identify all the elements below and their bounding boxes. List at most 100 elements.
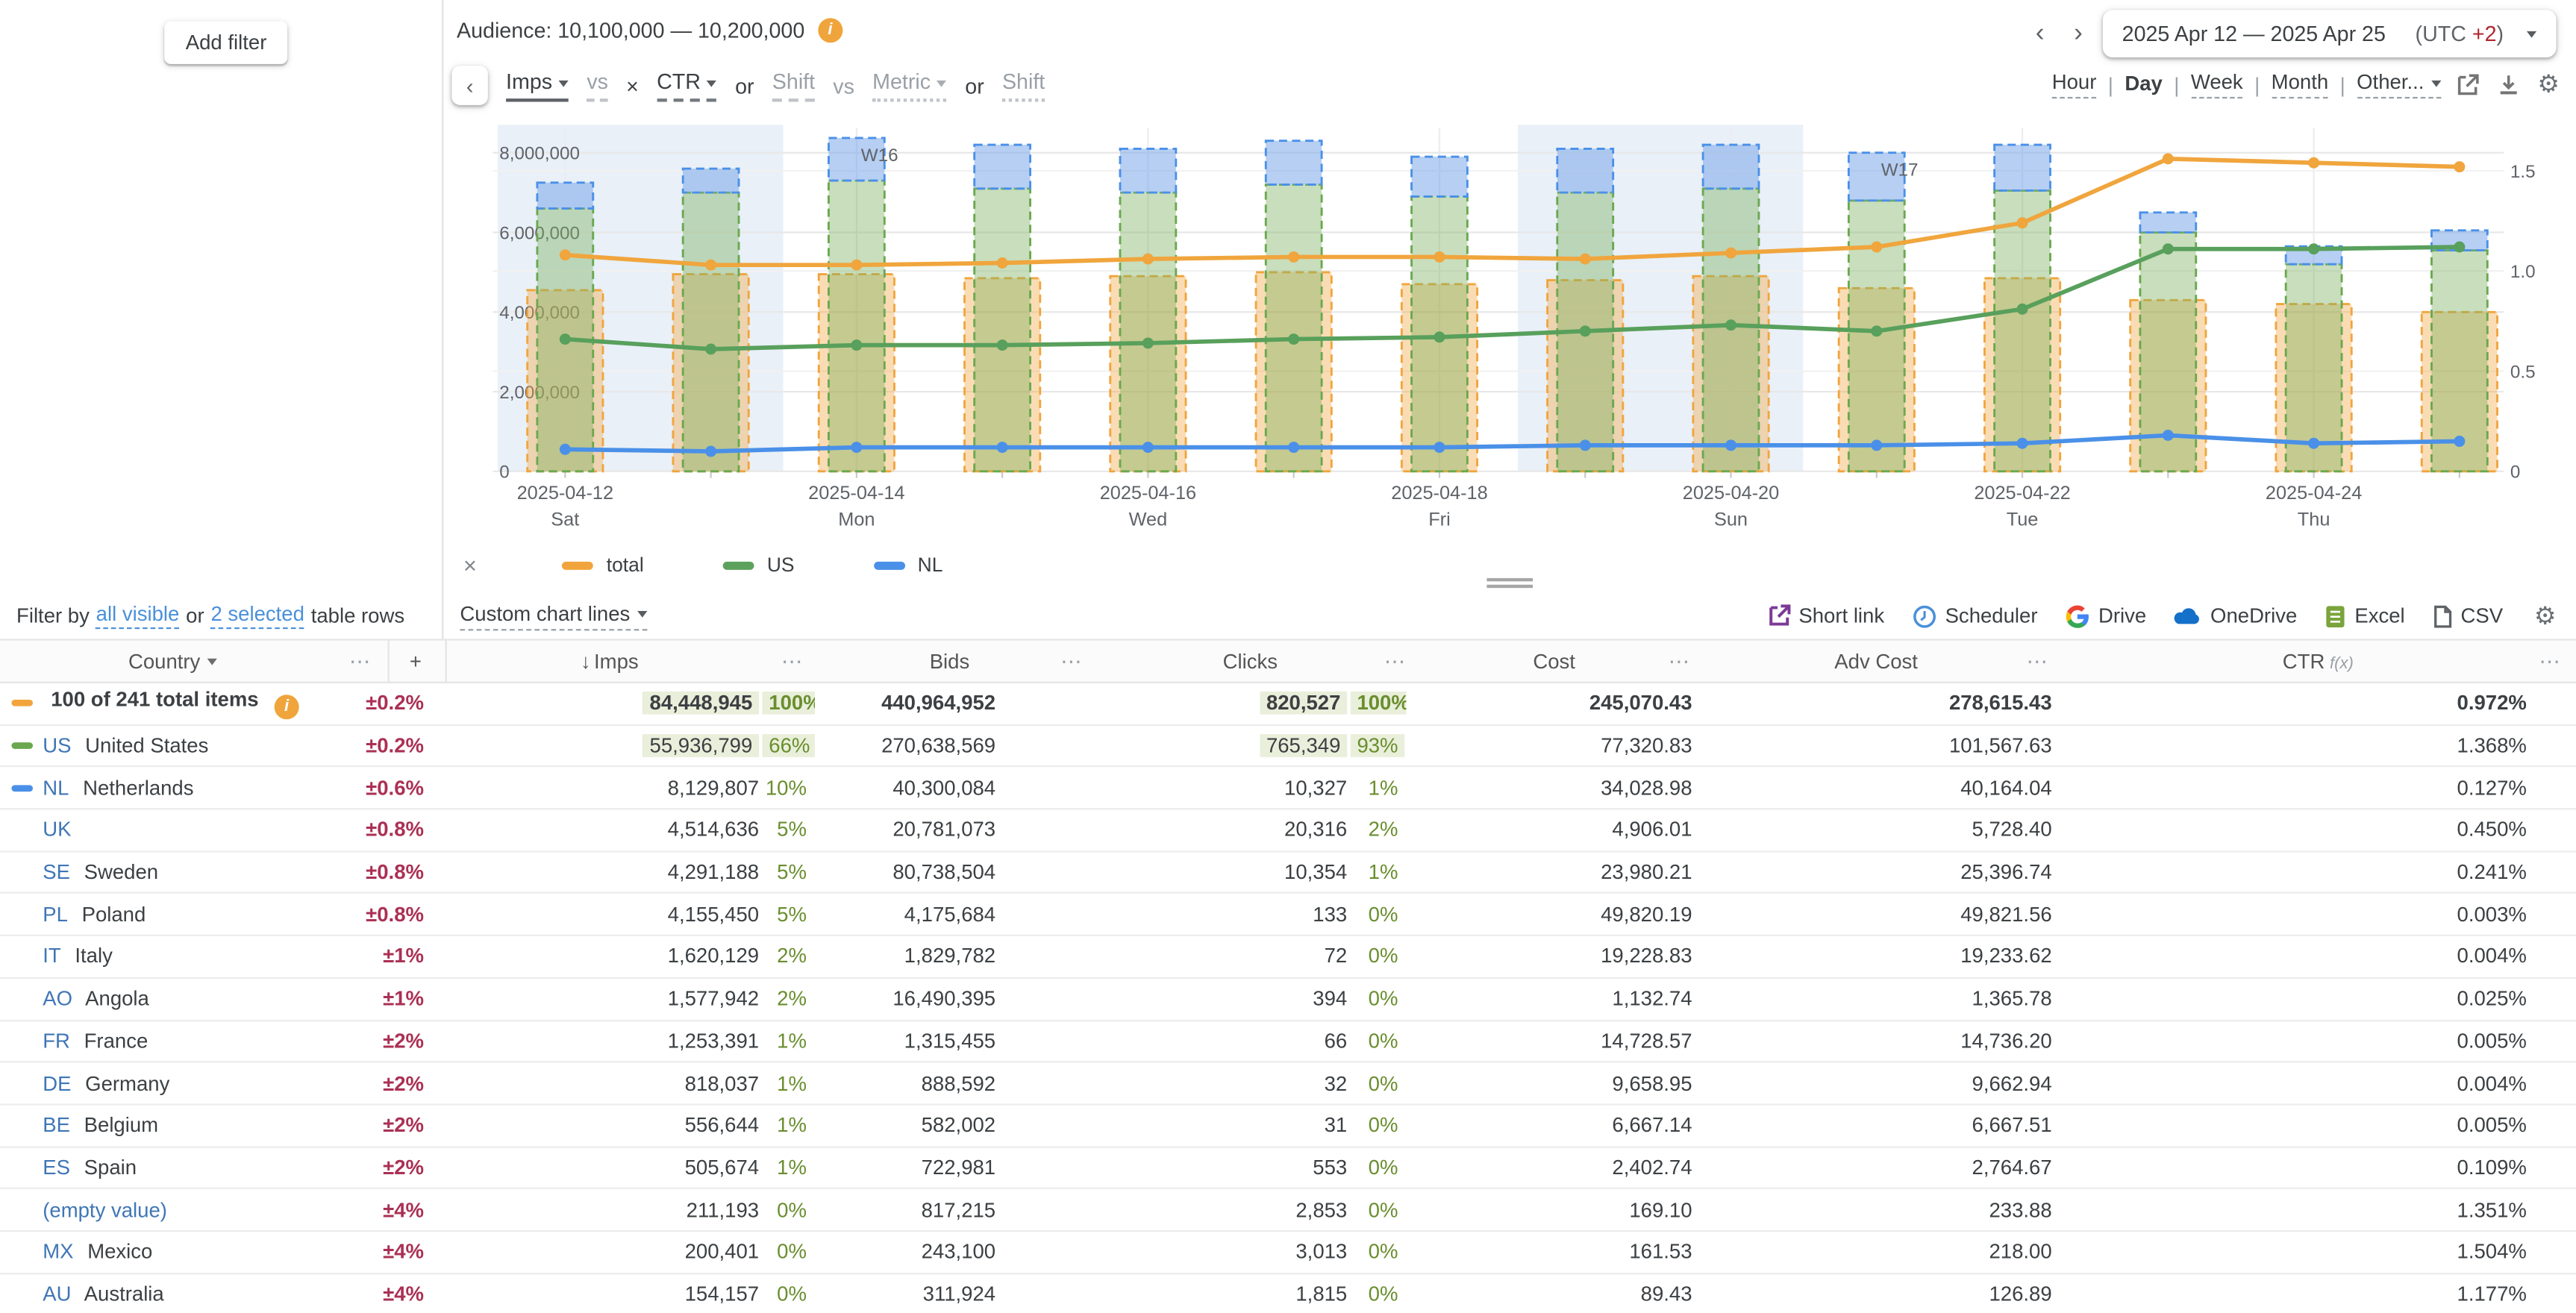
open-in-new-icon[interactable]	[2452, 73, 2482, 96]
collapse-chart-button[interactable]: ‹	[451, 66, 487, 105]
clicks-pct-cell: 2%	[1351, 818, 1407, 842]
country-name: Angola	[85, 987, 149, 1010]
download-icon[interactable]	[2493, 73, 2523, 96]
nl_ctr-point	[851, 442, 862, 453]
chevron-down-icon	[937, 80, 947, 87]
add-column-button[interactable]: +	[410, 650, 422, 673]
date-range-picker[interactable]: 2025 Apr 12 — 2025 Apr 25 (UTC +2)	[2102, 10, 2556, 57]
date-range-label: 2025 Apr 12 — 2025 Apr 25	[2122, 22, 2386, 46]
column-menu-icon[interactable]: ⋯	[781, 648, 803, 674]
audience-summary: Audience: 10,100,000 — 10,200,000 i	[457, 18, 842, 43]
table-row[interactable]: SE Sweden ±0.8% 4,291,188 5% 80,738,504 …	[0, 852, 2576, 894]
column-menu-icon[interactable]: ⋯	[349, 648, 371, 674]
total_ctr-point	[1142, 254, 1154, 265]
column-header-adv-cost[interactable]: Adv Cost	[1834, 650, 1918, 673]
table-row[interactable]: NL Netherlands ±0.6% 8,129,807 10% 40,30…	[0, 768, 2576, 810]
column-menu-icon[interactable]: ⋯	[1060, 648, 1082, 674]
audience-label: Audience: 10,100,000 — 10,200,000	[457, 18, 804, 43]
column-header-bids[interactable]: Bids	[930, 650, 970, 673]
onedrive-export-button[interactable]: OneDrive	[2175, 604, 2298, 627]
table-row[interactable]: DE Germany ±2% 818,037 1% 888,592 32 0% …	[0, 1063, 2576, 1106]
timeseries-chart[interactable]: 02,000,0004,000,0006,000,0008,000,00000.…	[443, 115, 2574, 533]
metric1-selector[interactable]: Imps	[506, 69, 569, 101]
country-code-link[interactable]: MX	[43, 1241, 73, 1264]
info-icon[interactable]: i	[818, 18, 842, 43]
short-link-button[interactable]: Short link	[1768, 604, 1885, 627]
column-header-imps[interactable]: ↓Imps	[581, 650, 639, 673]
scheduler-button[interactable]: Scheduler	[1913, 604, 2038, 628]
country-code-link[interactable]: AU	[43, 1282, 71, 1306]
country-code-link[interactable]: NL	[43, 777, 69, 800]
all-visible-link[interactable]: all visible	[96, 603, 180, 629]
granularity-week[interactable]: Week	[2191, 71, 2243, 98]
country-code-link[interactable]: US	[43, 734, 71, 757]
country-code-link[interactable]: ES	[43, 1156, 70, 1179]
country-cell: UK	[0, 818, 335, 842]
pm-cell: ±0.8%	[335, 818, 434, 842]
cost-cell: 14,728.57	[1406, 1030, 1695, 1053]
resize-handle[interactable]	[1477, 575, 1542, 592]
excel-export-button[interactable]: Excel	[2325, 604, 2405, 628]
table-row[interactable]: FR France ±2% 1,253,391 1% 1,315,455 66 …	[0, 1021, 2576, 1063]
country-code-link[interactable]: BE	[43, 1114, 70, 1137]
column-header-ctr[interactable]: CTRf(x)	[2283, 650, 2354, 673]
column-header-clicks[interactable]: Clicks	[1223, 650, 1278, 673]
remove-metric-icon[interactable]: ×	[626, 73, 639, 98]
column-menu-icon[interactable]: ⋯	[1384, 648, 1406, 674]
custom-chart-lines-dropdown[interactable]: Custom chart lines	[460, 602, 646, 630]
legend-item-us[interactable]: US	[722, 554, 794, 577]
imps-cell: 4,291,188	[434, 861, 762, 884]
add-filter-button[interactable]: Add filter	[164, 22, 288, 64]
table-row[interactable]: 100 of 241 total items i ±0.2% 84,448,94…	[0, 683, 2576, 726]
pm-cell: ±4%	[335, 1282, 434, 1306]
us-imps-bar	[975, 189, 1031, 471]
shift2-toggle[interactable]: Shift	[1002, 69, 1045, 101]
column-header-country[interactable]: Country	[128, 650, 216, 673]
metric3-selector[interactable]: Metric	[872, 69, 947, 101]
country-code-link[interactable]: IT	[43, 945, 60, 968]
vs-toggle[interactable]: vs	[587, 69, 608, 101]
next-period-button[interactable]: ›	[2064, 17, 2092, 50]
table-row[interactable]: ES Spain ±2% 505,674 1% 722,981 553 0% 2…	[0, 1147, 2576, 1190]
column-menu-icon[interactable]: ⋯	[2027, 648, 2048, 674]
country-code-link[interactable]: UK	[43, 818, 71, 842]
country-code-link[interactable]: DE	[43, 1072, 71, 1095]
table-row[interactable]: (empty value) ±4% 211,193 0% 817,215 2,8…	[0, 1189, 2576, 1232]
table-row[interactable]: IT Italy ±1% 1,620,129 2% 1,829,782 72 0…	[0, 936, 2576, 979]
granularity-other[interactable]: Other...	[2357, 71, 2440, 98]
clicks-pct-cell: 0%	[1351, 987, 1407, 1010]
granularity-month[interactable]: Month	[2272, 71, 2329, 98]
granularity-day[interactable]: Day	[2125, 72, 2162, 98]
imps-cell: 4,155,450	[434, 903, 762, 926]
country-name: Italy	[75, 945, 112, 968]
right-axis-label: 0.5	[2510, 362, 2536, 382]
table-row[interactable]: US United States ±0.2% 55,936,799 66% 27…	[0, 725, 2576, 768]
column-header-cost[interactable]: Cost	[1533, 650, 1575, 673]
table-row[interactable]: PL Poland ±0.8% 4,155,450 5% 4,175,684 1…	[0, 894, 2576, 937]
table-row[interactable]: UK ±0.8% 4,514,636 5% 20,781,073 20,316 …	[0, 809, 2576, 852]
prev-period-button[interactable]: ‹	[2026, 17, 2054, 50]
shift1-toggle[interactable]: Shift	[772, 69, 815, 101]
selected-rows-link[interactable]: 2 selected	[210, 603, 304, 629]
country-code-link[interactable]: FR	[43, 1030, 70, 1053]
country-code-link[interactable]: (empty value)	[43, 1198, 167, 1221]
column-menu-icon[interactable]: ⋯	[1669, 648, 1690, 674]
table-row[interactable]: MX Mexico ±4% 200,401 0% 243,100 3,013 0…	[0, 1232, 2576, 1274]
google-drive-export-button[interactable]: Drive	[2066, 604, 2146, 628]
csv-export-button[interactable]: CSV	[2433, 604, 2503, 628]
metric2-selector[interactable]: CTR	[657, 69, 717, 101]
close-icon[interactable]: ×	[457, 552, 484, 578]
gear-icon[interactable]: ⚙	[2534, 72, 2563, 97]
table-row[interactable]: AU Australia ±4% 154,157 0% 311,924 1,81…	[0, 1274, 2576, 1313]
granularity-hour[interactable]: Hour	[2052, 71, 2097, 98]
country-code-link[interactable]: AO	[43, 987, 72, 1010]
legend-item-total[interactable]: total	[562, 554, 643, 577]
table-row[interactable]: BE Belgium ±2% 556,644 1% 582,002 31 0% …	[0, 1105, 2576, 1147]
gear-icon[interactable]: ⚙	[2531, 604, 2560, 628]
cost-cell: 2,402.74	[1406, 1156, 1695, 1179]
table-row[interactable]: AO Angola ±1% 1,577,942 2% 16,490,395 39…	[0, 979, 2576, 1021]
country-code-link[interactable]: SE	[43, 861, 70, 884]
country-code-link[interactable]: PL	[43, 903, 68, 926]
column-menu-icon[interactable]: ⋯	[2539, 648, 2560, 674]
legend-item-nl[interactable]: NL	[873, 554, 942, 577]
